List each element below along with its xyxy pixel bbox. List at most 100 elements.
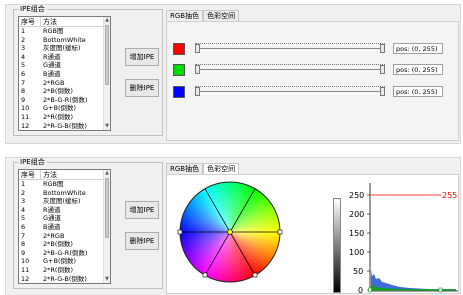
list-item[interactable]: 10 G+B(倒数) (19, 104, 105, 113)
list-item[interactable]: 5 G通道 (19, 61, 105, 70)
histogram-panel[interactable]: 250 200 150 100 50 0 255 (348, 181, 459, 295)
list-item[interactable]: 11 2*R(倒数) (19, 113, 105, 122)
list-item-number: 5 (21, 214, 26, 223)
list-item[interactable]: 6 B通道 (19, 223, 105, 232)
slider-low-thumb[interactable] (195, 44, 200, 53)
method-listbox[interactable]: 序号 方法 1 RGB图 2 BottomWhite 3 灰度图(缓标) 4 R通道 5 G通道 6… (18, 169, 111, 284)
list-item-number: 9 (21, 248, 26, 257)
list-item-method: 2*B(倒数) (43, 87, 73, 96)
list-item[interactable]: 4 R通道 (19, 206, 105, 215)
wheel-handle-bottom-left[interactable] (202, 272, 208, 278)
add-ipe-button[interactable]: 增加IPE (125, 201, 159, 219)
slider-high-thumb[interactable] (380, 65, 385, 74)
wheel-handle-bottom-right[interactable] (252, 272, 258, 278)
list-item[interactable]: 12 2*R-G-B(倒数) (19, 274, 105, 283)
list-item-number: 12 (21, 121, 30, 130)
list-item[interactable]: 13R通道 (19, 130, 105, 131)
list-item-number: 10 (21, 257, 30, 266)
blue-range-slider[interactable] (195, 86, 385, 96)
list-item[interactable]: 13R通道 (19, 283, 105, 284)
value-gradient-bar[interactable] (333, 198, 341, 293)
list-item[interactable]: 3 灰度图(缓标) (19, 197, 105, 206)
list-item-number: 8 (21, 87, 26, 96)
green-swatch[interactable] (173, 64, 185, 76)
scroll-down-arrow-icon[interactable]: ▼ (104, 276, 110, 283)
list-item-method: RGB图 (43, 180, 64, 188)
method-listbox[interactable]: 序号 方法 1 RGB图 2 BottomWhite 3 灰度图(缓标) 4 R通道 5 G通道 6… (18, 16, 111, 131)
list-item[interactable]: 9 2*B-G-R(倒数) (19, 249, 105, 258)
list-item-method: B通道 (43, 222, 61, 231)
list-item[interactable]: 7 2*RGB (19, 79, 105, 88)
list-item[interactable]: 10 G+B(倒数) (19, 257, 105, 266)
upper-range-handle[interactable] (438, 287, 443, 293)
list-item-number: 12 (21, 274, 30, 283)
list-item-method: 2*R-G-B(倒数) (43, 274, 87, 283)
column-header-method[interactable]: 方法 (41, 170, 105, 179)
scroll-thumb[interactable] (105, 25, 109, 85)
list-scrollbar[interactable]: ▲ ▼ (103, 170, 110, 283)
green-range-slider[interactable] (195, 64, 385, 74)
column-header-number[interactable]: 序号 (19, 17, 41, 26)
blue-swatch[interactable] (173, 86, 185, 98)
color-wheel[interactable] (177, 179, 283, 285)
add-ipe-button[interactable]: 增加IPE (125, 48, 159, 66)
list-item-method: 2*B(倒数) (43, 240, 73, 249)
list-item-method: R通道 (41, 283, 105, 284)
list-item[interactable]: 11 2*R(倒数) (19, 266, 105, 275)
list-scrollbar[interactable]: ▲ ▼ (103, 17, 110, 130)
list-item-method: 2*R-G-B(倒数) (43, 121, 87, 130)
slider-low-thumb[interactable] (195, 65, 200, 74)
list-item[interactable]: 2 BottomWhite (19, 189, 105, 198)
scroll-up-arrow-icon[interactable]: ▲ (104, 17, 110, 24)
list-item-method: 灰度图(缓标) (43, 197, 81, 206)
red-swatch[interactable] (173, 43, 185, 55)
list-rows: 1 RGB图 2 BottomWhite 3 灰度图(缓标) 4 R通道 5 G通道 6 B通道 7 2*… (19, 27, 105, 131)
list-item[interactable]: 1 RGB图 (19, 180, 105, 189)
wheel-handle-right[interactable] (277, 229, 283, 235)
list-item[interactable]: 4 R通道 (19, 53, 105, 62)
list-item-method: G+B(倒数) (43, 257, 77, 266)
column-header-method[interactable]: 方法 (41, 17, 105, 26)
list-item-number: 11 (21, 265, 30, 274)
list-item-method: R通道 (43, 52, 61, 61)
list-item[interactable]: 2 BottomWhite (19, 36, 105, 45)
slider-low-thumb[interactable] (195, 87, 200, 96)
list-item[interactable]: 3 灰度图(缓标) (19, 44, 105, 53)
list-item-number: 1 (21, 27, 26, 35)
scroll-thumb[interactable] (105, 178, 109, 238)
list-item-number: 3 (21, 197, 26, 206)
column-header-number[interactable]: 序号 (19, 170, 41, 179)
list-item[interactable]: 9 2*B-G-R(倒数) (19, 96, 105, 105)
scroll-up-arrow-icon[interactable]: ▲ (104, 170, 110, 177)
list-item-method: RGB图 (43, 27, 64, 35)
wheel-handle-left[interactable] (177, 229, 183, 235)
lower-range-handle[interactable] (368, 287, 372, 293)
histogram-graphic: 250 200 150 100 50 0 255 (349, 183, 458, 295)
list-item[interactable]: 5 G通道 (19, 214, 105, 223)
red-range-slider[interactable] (195, 43, 385, 53)
delete-ipe-button[interactable]: 删除IPE (125, 232, 159, 250)
wheel-center-handle[interactable] (227, 229, 233, 235)
scroll-down-arrow-icon[interactable]: ▼ (104, 123, 110, 130)
list-item-method: BottomWhite (43, 188, 86, 197)
histogram-y-ticks (367, 194, 370, 291)
list-item[interactable]: 6 B通道 (19, 70, 105, 79)
list-item-method: R通道 (41, 130, 105, 131)
slider-high-thumb[interactable] (380, 44, 385, 53)
list-item-number: 7 (21, 231, 26, 240)
delete-ipe-button[interactable]: 删除IPE (125, 79, 159, 97)
list-item[interactable]: 12 2*R-G-B(倒数) (19, 121, 105, 130)
y-tick-label: 0 (358, 286, 363, 295)
list-item[interactable]: 1 RGB图 (19, 27, 105, 36)
blue-histogram-series (371, 269, 456, 290)
list-item-number: 13 (19, 283, 41, 284)
list-item-number: 10 (21, 104, 30, 113)
list-item[interactable]: 8 2*B(倒数) (19, 87, 105, 96)
list-item-method: 2*R(倒数) (43, 112, 73, 121)
rgb-extract-panel: pos: (0, 255) pos: (0, 255) pos: (0, 255… (166, 21, 459, 141)
slider-high-thumb[interactable] (380, 87, 385, 96)
groupbox-title: IPE组合 (18, 158, 47, 167)
list-item[interactable]: 8 2*B(倒数) (19, 240, 105, 249)
color-wheel-graphic[interactable] (177, 179, 283, 285)
list-item[interactable]: 7 2*RGB (19, 232, 105, 241)
